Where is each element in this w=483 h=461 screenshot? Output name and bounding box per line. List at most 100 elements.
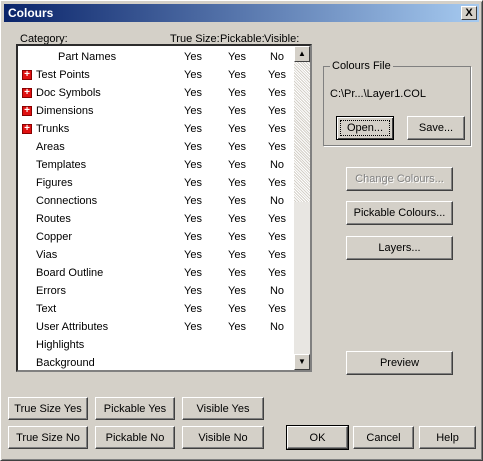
true-size-yes-label: True Size Yes — [14, 402, 82, 415]
scroll-down-button[interactable]: ▼ — [294, 354, 310, 370]
plus-box-icon[interactable]: + — [22, 70, 32, 80]
category-row[interactable]: Areas Yes Yes Yes — [18, 139, 296, 157]
category-name: Dimensions — [36, 105, 94, 117]
plus-box-icon[interactable]: + — [22, 124, 32, 134]
title-bar: Colours X — [4, 4, 479, 22]
category-name: Copper — [36, 231, 73, 243]
plus-box-icon[interactable]: + — [22, 88, 32, 98]
visible-cell: No — [269, 51, 285, 63]
category-row[interactable]: Connections Yes Yes No — [18, 193, 296, 211]
pickable-cell: Yes — [228, 285, 246, 297]
change-colours-button[interactable]: Change Colours... — [346, 167, 453, 191]
category-row[interactable]: Figures Yes Yes Yes — [18, 175, 296, 193]
scroll-thumb[interactable] — [294, 62, 310, 202]
visible-yes-button[interactable]: Visible Yes — [182, 397, 264, 420]
scroll-up-button[interactable]: ▲ — [294, 46, 310, 62]
true-size-cell: Yes — [184, 87, 202, 99]
true-size-no-button[interactable]: True Size No — [8, 426, 88, 449]
plus-box-icon[interactable]: + — [22, 106, 32, 116]
list-scrollbar[interactable]: ▲ ▼ — [294, 46, 310, 370]
pickable-cell: Yes — [228, 69, 246, 81]
category-row[interactable]: + Trunks Yes Yes Yes — [18, 121, 296, 139]
pickable-cell: Yes — [228, 159, 246, 171]
help-label: Help — [436, 431, 459, 444]
pickable-yes-label: Pickable Yes — [103, 402, 167, 415]
pickable-cell: Yes — [228, 267, 246, 279]
visible-cell: Yes — [268, 303, 286, 315]
category-row[interactable]: Vias Yes Yes Yes — [18, 247, 296, 265]
category-row[interactable]: Copper Yes Yes Yes — [18, 229, 296, 247]
true-size-cell: Yes — [184, 321, 202, 333]
category-row[interactable]: + Test Points Yes Yes Yes — [18, 67, 296, 85]
visible-cell: Yes — [268, 267, 286, 279]
category-row[interactable]: + Dimensions Yes Yes Yes — [18, 103, 296, 121]
visible-cell: Yes — [268, 123, 286, 135]
true-size-cell: Yes — [184, 159, 202, 171]
category-name: Text — [36, 303, 57, 315]
category-row[interactable]: + Doc Symbols Yes Yes Yes — [18, 85, 296, 103]
true-size-yes-button[interactable]: True Size Yes — [8, 397, 88, 420]
category-row[interactable]: Background — [18, 355, 296, 370]
pickable-cell: Yes — [228, 51, 246, 63]
cancel-button[interactable]: Cancel — [353, 426, 414, 449]
category-name: Trunks — [36, 123, 70, 135]
true-size-cell: Yes — [184, 303, 202, 315]
category-row[interactable]: Errors Yes Yes No — [18, 283, 296, 301]
category-row[interactable]: Board Outline Yes Yes Yes — [18, 265, 296, 283]
true-size-cell: Yes — [184, 141, 202, 153]
visible-cell: No — [269, 285, 285, 297]
category-row[interactable]: Highlights — [18, 337, 296, 355]
category-name: Errors — [36, 285, 66, 297]
close-icon: X — [465, 7, 473, 19]
pickable-no-button[interactable]: Pickable No — [95, 426, 175, 449]
visible-cell: Yes — [268, 213, 286, 225]
category-row[interactable]: Text Yes Yes Yes — [18, 301, 296, 319]
category-row[interactable]: Routes Yes Yes Yes — [18, 211, 296, 229]
true-size-cell: Yes — [184, 285, 202, 297]
category-name: Templates — [36, 159, 87, 171]
close-button[interactable]: X — [461, 6, 477, 20]
pickable-cell: Yes — [228, 105, 246, 117]
true-size-cell: Yes — [184, 195, 202, 207]
category-name: Highlights — [36, 339, 85, 351]
category-name: Figures — [36, 177, 73, 189]
true-size-cell: Yes — [184, 213, 202, 225]
visible-cell: Yes — [268, 249, 286, 261]
preview-label: Preview — [379, 357, 420, 369]
pickable-cell: Yes — [228, 195, 246, 207]
visible-cell: No — [269, 195, 285, 207]
help-button[interactable]: Help — [419, 426, 476, 449]
category-name: Areas — [36, 141, 65, 153]
category-name: Board Outline — [36, 267, 104, 279]
pickable-cell: Yes — [228, 87, 246, 99]
pickable-colours-label: Pickable Colours... — [353, 207, 446, 219]
ok-button[interactable]: OK — [286, 425, 349, 450]
category-name: Background — [36, 357, 95, 369]
pickable-colours-button[interactable]: Pickable Colours... — [346, 201, 453, 225]
pickable-cell: Yes — [228, 177, 246, 189]
layers-label: Layers... — [378, 242, 421, 254]
pickable-cell: Yes — [228, 249, 246, 261]
category-list[interactable]: Part Names Yes Yes No + Test Points Yes Yes Yes +… — [16, 44, 312, 372]
category-row[interactable]: Templates Yes Yes No — [18, 157, 296, 175]
ok-label: OK — [309, 431, 326, 444]
pickable-yes-button[interactable]: Pickable Yes — [95, 397, 175, 420]
open-button[interactable]: Open... — [336, 116, 394, 140]
visible-cell: No — [269, 321, 285, 333]
true-size-cell: Yes — [184, 123, 202, 135]
true-size-cell: Yes — [184, 231, 202, 243]
category-row[interactable]: User Attributes Yes Yes No — [18, 319, 296, 337]
category-name: Vias — [36, 249, 58, 261]
visible-no-button[interactable]: Visible No — [182, 426, 264, 449]
category-row[interactable]: Part Names Yes Yes No — [18, 49, 296, 67]
layers-button[interactable]: Layers... — [346, 236, 453, 260]
true-size-cell: Yes — [184, 267, 202, 279]
true-size-cell: Yes — [184, 177, 202, 189]
save-button-label: Save... — [418, 122, 454, 134]
visible-cell: Yes — [268, 231, 286, 243]
window-title: Colours — [8, 6, 54, 20]
visible-cell: Yes — [268, 69, 286, 81]
preview-button[interactable]: Preview — [346, 351, 453, 375]
true-size-no-label: True Size No — [16, 431, 80, 444]
save-button[interactable]: Save... — [407, 116, 465, 140]
